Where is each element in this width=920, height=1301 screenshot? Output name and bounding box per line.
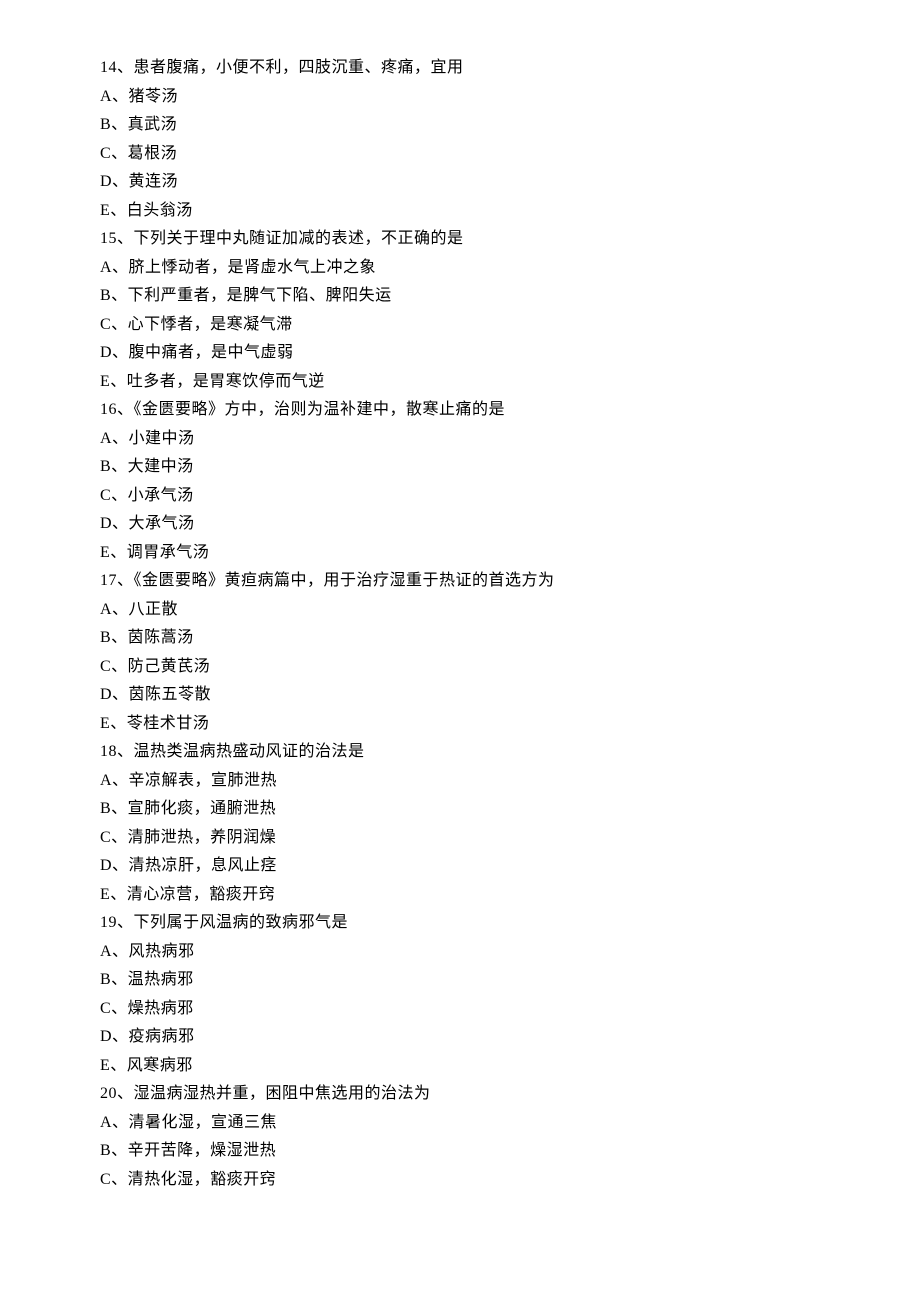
option-text: C、心下悸者，是寒凝气滞: [100, 317, 820, 333]
option-text: C、葛根汤: [100, 146, 820, 162]
option-text: D、大承气汤: [100, 516, 820, 532]
option-text: D、茵陈五苓散: [100, 687, 820, 703]
question-text: 14、患者腹痛，小便不利，四肢沉重、疼痛，宜用: [100, 60, 820, 76]
option-text: C、清热化湿，豁痰开窍: [100, 1172, 820, 1188]
option-text: D、清热凉肝，息风止痉: [100, 858, 820, 874]
option-text: E、调胃承气汤: [100, 545, 820, 561]
option-text: B、辛开苦降，燥湿泄热: [100, 1143, 820, 1159]
option-text: A、猪苓汤: [100, 89, 820, 105]
option-text: C、清肺泄热，养阴润燥: [100, 830, 820, 846]
option-text: B、宣肺化痰，通腑泄热: [100, 801, 820, 817]
option-text: A、辛凉解表，宣肺泄热: [100, 773, 820, 789]
option-text: C、防己黄芪汤: [100, 659, 820, 675]
option-text: B、大建中汤: [100, 459, 820, 475]
question-text: 19、下列属于风温病的致病邪气是: [100, 915, 820, 931]
option-text: E、白头翁汤: [100, 203, 820, 219]
option-text: C、燥热病邪: [100, 1001, 820, 1017]
option-text: A、八正散: [100, 602, 820, 618]
option-text: D、腹中痛者，是中气虚弱: [100, 345, 820, 361]
option-text: A、脐上悸动者，是肾虚水气上冲之象: [100, 260, 820, 276]
option-text: C、小承气汤: [100, 488, 820, 504]
option-text: E、清心凉营，豁痰开窍: [100, 887, 820, 903]
option-text: B、温热病邪: [100, 972, 820, 988]
option-text: E、风寒病邪: [100, 1058, 820, 1074]
option-text: E、苓桂术甘汤: [100, 716, 820, 732]
document-content: 14、患者腹痛，小便不利，四肢沉重、疼痛，宜用 A、猪苓汤 B、真武汤 C、葛根汤 D、…: [100, 60, 820, 1188]
option-text: A、风热病邪: [100, 944, 820, 960]
option-text: A、清暑化湿，宣通三焦: [100, 1115, 820, 1131]
option-text: D、黄连汤: [100, 174, 820, 190]
option-text: A、小建中汤: [100, 431, 820, 447]
question-text: 18、温热类温病热盛动风证的治法是: [100, 744, 820, 760]
option-text: B、真武汤: [100, 117, 820, 133]
question-text: 16、《金匮要略》方中，治则为温补建中，散寒止痛的是: [100, 402, 820, 418]
option-text: B、茵陈蒿汤: [100, 630, 820, 646]
option-text: B、下利严重者，是脾气下陷、脾阳失运: [100, 288, 820, 304]
question-text: 17、《金匮要略》黄疸病篇中，用于治疗湿重于热证的首选方为: [100, 573, 820, 589]
option-text: D、疫病病邪: [100, 1029, 820, 1045]
option-text: E、吐多者，是胃寒饮停而气逆: [100, 374, 820, 390]
question-text: 20、湿温病湿热并重，困阻中焦选用的治法为: [100, 1086, 820, 1102]
question-text: 15、下列关于理中丸随证加减的表述，不正确的是: [100, 231, 820, 247]
